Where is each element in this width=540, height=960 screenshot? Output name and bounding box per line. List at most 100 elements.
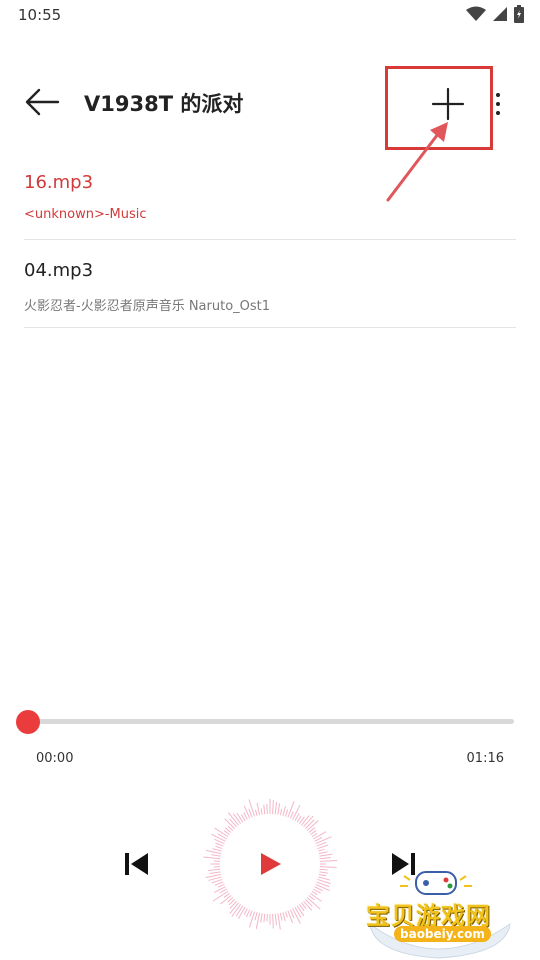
song-subtitle: 火影忍者-火影忍者原声音乐 Naruto_Ost1 [24, 299, 271, 314]
more-vert-icon-dot [496, 111, 500, 115]
visualizer-bar [263, 913, 266, 923]
play-icon [261, 853, 281, 875]
visualizer-bar [301, 815, 310, 826]
visualizer-bar [240, 814, 246, 821]
visualizer-bar [254, 809, 258, 816]
visualizer-bar [292, 805, 301, 820]
visualizer-bar [310, 892, 322, 902]
visualizer-bar [215, 845, 223, 850]
visualizer-bar [248, 911, 256, 928]
visualizer-bar [214, 881, 224, 886]
playlist-screen: 10:55 V1938T 的派对 16.mp3 <unknown>-Music … [0, 0, 540, 960]
next-track-button[interactable] [386, 846, 422, 882]
visualizer-bar [311, 890, 318, 896]
visualizer-bar [296, 905, 305, 917]
watermark-url: baobeiy.com [394, 926, 491, 942]
visualizer-bar [277, 803, 281, 815]
visualizer-bar [272, 913, 274, 929]
visualizer-bar [245, 909, 251, 918]
visualizer-bar [318, 848, 325, 852]
visualizer-bar [319, 857, 331, 860]
visualizer-bar [260, 808, 263, 815]
status-time: 10:55 [18, 6, 62, 24]
visualizer-bar [254, 912, 258, 921]
visualizer-bar [229, 900, 237, 909]
watermark: 宝贝游戏网 baobeiy.com [360, 862, 516, 960]
song-item-1[interactable]: 16.mp3 <unknown>-Music [24, 152, 516, 240]
visualizer-bar [274, 913, 277, 926]
visualizer-bar [215, 842, 224, 847]
visualizer-bar [315, 883, 330, 891]
visualizer-bar [277, 913, 281, 930]
page-title: V1938T 的派对 [84, 92, 244, 116]
song-subtitle: <unknown>-Music [24, 207, 147, 222]
visualizer-bar [315, 836, 332, 845]
more-vert-icon-dot [496, 93, 500, 97]
visualizer-bar [279, 912, 283, 921]
visualizer-bar [205, 849, 222, 855]
battery-icon [514, 5, 524, 27]
visualizer-bar [217, 883, 225, 888]
visualizer-bar [212, 848, 222, 852]
song-title: 04.mp3 [24, 260, 94, 281]
back-button[interactable] [22, 84, 62, 120]
signal-icon [492, 6, 508, 26]
visualizer-bar [282, 912, 286, 922]
visualizer-bar [319, 853, 333, 857]
app-header: V1938T 的派对 [0, 62, 540, 142]
visualizer-bar [274, 801, 278, 815]
play-button[interactable] [222, 816, 318, 912]
status-bar: 10:55 [0, 0, 540, 32]
visualizer-bar [272, 799, 274, 815]
previous-track-button[interactable] [118, 846, 154, 882]
visualizer-bar [203, 856, 221, 860]
more-options-button[interactable] [488, 82, 508, 126]
visualizer-bar [243, 908, 248, 916]
visualizer-bar [249, 910, 253, 917]
visualizer-bar [294, 907, 302, 918]
progress-slider[interactable] [16, 710, 514, 734]
visualizer-bar [263, 804, 266, 815]
wifi-icon [466, 6, 486, 26]
progress-thumb[interactable] [16, 710, 40, 734]
total-time: 01:16 [466, 751, 504, 766]
visualizer-bar [313, 831, 327, 840]
visualizer-bar [319, 868, 328, 871]
visualizer-bar [248, 799, 256, 817]
visualizer-bar [318, 851, 328, 855]
visualizer-bar [260, 913, 263, 923]
visualizer-bar [229, 818, 237, 828]
visualizer-bar [205, 873, 222, 879]
visualizer-bar [256, 802, 261, 816]
visualizer-bar [207, 868, 221, 872]
current-time: 00:00 [36, 751, 74, 766]
visualizer-bar [266, 803, 268, 815]
watermark-text: 宝贝游戏网 [366, 902, 491, 930]
visualizer-bar [209, 871, 221, 875]
visualizer-bar [282, 806, 286, 816]
song-title: 16.mp3 [24, 172, 94, 193]
visualizer-bar [243, 805, 251, 819]
visualizer-bar [227, 825, 234, 831]
visualizer-bar [319, 859, 338, 862]
visualizer-bar [248, 808, 253, 818]
visualizer-bar [287, 800, 295, 818]
song-list: 16.mp3 <unknown>-Music 04.mp3 火影忍者-火影忍者原… [24, 152, 516, 328]
visualizer-bar [211, 833, 226, 842]
gamepad-icon [369, 871, 511, 959]
back-arrow-icon [25, 88, 60, 116]
visualizer-bar [235, 905, 244, 917]
visualizer-bar [319, 866, 337, 868]
visualizer-bar [305, 819, 315, 829]
add-song-button[interactable] [426, 82, 470, 126]
play-control [200, 794, 340, 934]
song-item-2[interactable]: 04.mp3 火影忍者-火影忍者原声音乐 Naruto_Ost1 [24, 240, 516, 328]
visualizer-bar [318, 876, 331, 881]
status-icons [466, 5, 524, 27]
visualizer-bar [238, 907, 246, 919]
visualizer-bar [284, 911, 288, 918]
visualizer-bar [311, 832, 318, 838]
skip-previous-icon [125, 853, 148, 875]
plus-icon [431, 87, 465, 121]
visualizer-bar [284, 809, 289, 817]
